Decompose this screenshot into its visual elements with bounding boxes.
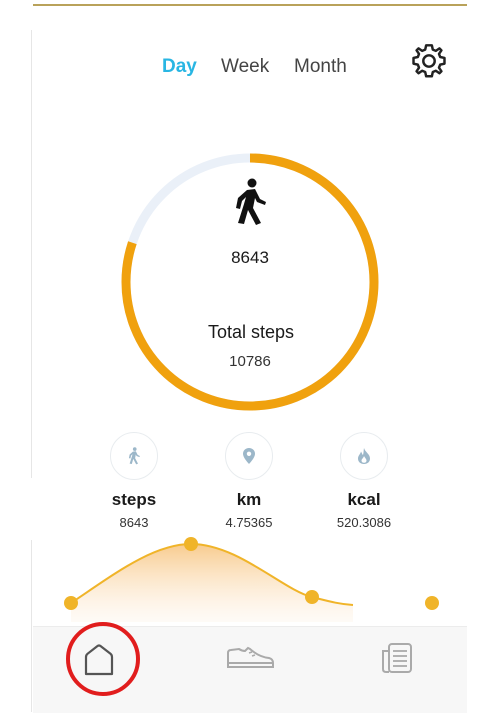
current-steps: 8643 bbox=[231, 248, 269, 267]
nav-shoe[interactable] bbox=[219, 627, 279, 693]
curve-point[interactable] bbox=[184, 537, 198, 551]
total-steps-value: 10786 bbox=[229, 353, 271, 370]
flame-icon bbox=[358, 448, 370, 464]
total-steps-label: Total steps bbox=[207, 322, 295, 342]
top-divider bbox=[33, 4, 467, 6]
stat-steps-label: steps bbox=[111, 490, 157, 509]
curve-area bbox=[71, 544, 353, 622]
calories-icon-badge bbox=[340, 432, 388, 480]
steps-icon-badge bbox=[110, 432, 158, 480]
stat-kcal-label: kcal bbox=[347, 490, 381, 509]
left-border-lower bbox=[31, 540, 32, 712]
activity-curve bbox=[64, 537, 439, 622]
stat-steps: steps 8643 bbox=[79, 432, 189, 530]
tab-month[interactable]: Month bbox=[294, 56, 347, 78]
walking-person-icon bbox=[236, 178, 266, 225]
tab-week[interactable]: Week bbox=[221, 56, 269, 78]
stat-kcal-value: 520.3086 bbox=[336, 515, 392, 530]
distance-icon-badge bbox=[225, 432, 273, 480]
stat-steps-value: 8643 bbox=[119, 515, 149, 530]
tab-day[interactable]: Day bbox=[162, 56, 197, 78]
gear-icon[interactable] bbox=[410, 42, 448, 80]
curve-point[interactable] bbox=[64, 596, 78, 610]
document-list-icon bbox=[382, 643, 412, 673]
nav-records[interactable] bbox=[367, 627, 427, 693]
walking-person-icon bbox=[128, 447, 140, 465]
left-border bbox=[31, 30, 32, 478]
curve-point[interactable] bbox=[305, 590, 319, 604]
home-highlight-circle bbox=[66, 622, 140, 696]
stat-km-value: 4.75365 bbox=[225, 515, 273, 530]
sneaker-icon bbox=[227, 646, 274, 668]
stat-calories: kcal 520.3086 bbox=[309, 432, 419, 530]
stat-distance: km 4.75365 bbox=[194, 432, 304, 530]
location-pin-icon bbox=[243, 448, 255, 464]
curve-point[interactable] bbox=[425, 596, 439, 610]
stat-km-label: km bbox=[236, 490, 262, 509]
